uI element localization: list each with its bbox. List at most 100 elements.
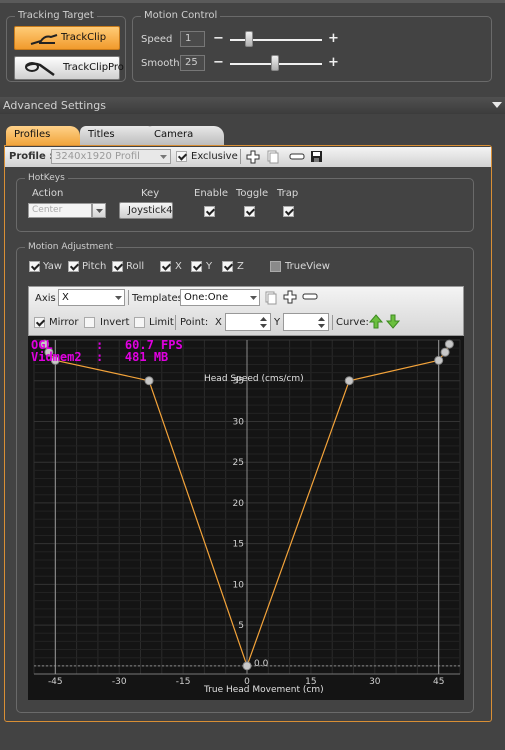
point-x-label: X (215, 317, 222, 328)
smooth-label: Smooth (141, 58, 180, 69)
response-curve-chart[interactable]: -45 -30 -15 0 15 30 455101520253035 OGL : 60.7… (28, 336, 464, 700)
curve-point (444, 339, 454, 349)
advanced-settings-header[interactable]: Advanced Settings (0, 97, 505, 114)
tab-camera-label: Camera (154, 129, 194, 140)
z-label: Z (237, 261, 244, 272)
add-template-icon[interactable] (283, 290, 297, 304)
baseline-value-label: 0.0 (254, 659, 269, 669)
toolbar-divider (128, 290, 129, 305)
toolbar-divider (240, 149, 241, 164)
remove-template-icon[interactable] (302, 293, 318, 301)
y-tick-label: 5 (238, 621, 244, 631)
y-tick-label: 25 (233, 458, 244, 468)
speed-slider-track[interactable] (230, 39, 322, 41)
chevron-down-icon (96, 209, 103, 213)
exclusive-checkbox[interactable] (176, 151, 187, 162)
pitch-label: Pitch (82, 261, 107, 272)
toolbar-divider (175, 315, 176, 330)
profile-label: Profile : (9, 151, 54, 162)
axis-label: Axis (35, 293, 56, 304)
y-tick-label: 10 (233, 580, 245, 590)
smooth-field[interactable]: 25 (180, 55, 205, 71)
tab-profiles[interactable]: Profiles (6, 126, 80, 146)
copy-icon[interactable] (267, 150, 279, 164)
chart-background (28, 336, 464, 700)
point-label: Point: (180, 317, 209, 328)
axis-select[interactable]: X (58, 289, 125, 306)
roll-label: Roll (126, 261, 145, 272)
point-y-spinner[interactable] (283, 313, 329, 331)
action-dropdown-button[interactable] (92, 203, 106, 218)
y-tick-label: 30 (233, 417, 245, 427)
tracking-target-legend: Tracking Target (15, 10, 97, 22)
smooth-minus-button[interactable]: − (213, 56, 224, 69)
yaw-checkbox[interactable] (29, 261, 40, 272)
trackclippro-label: TrackClipPro (63, 62, 124, 73)
speed-field[interactable]: 1 (180, 31, 205, 47)
spinner-arrows-icon (260, 317, 267, 328)
y-tick-label: 15 (233, 540, 244, 550)
chevron-down-icon (250, 296, 257, 300)
trackclip-button[interactable]: TrackClip (14, 26, 120, 50)
toolbar-divider (332, 315, 333, 330)
trueview-checkbox[interactable] (270, 261, 281, 272)
exclusive-label: Exclusive (191, 151, 238, 162)
save-icon[interactable] (310, 150, 323, 163)
toggle-header: Toggle (236, 188, 269, 199)
key-button[interactable]: Joystick4 (119, 202, 173, 219)
point-y-label: Y (274, 317, 281, 328)
top-edge (0, 0, 505, 3)
curve-toolbar: Axis X Templates One:One Mirror Invert L… (28, 286, 464, 336)
speed-plus-button[interactable]: + (328, 32, 339, 45)
axis-select-value: X (62, 292, 69, 303)
speed-label: Speed (141, 34, 173, 45)
key-header: Key (141, 188, 160, 199)
tab-camera[interactable]: Camera (146, 126, 224, 145)
smooth-slider-thumb[interactable] (271, 55, 279, 71)
x-tick-label: 45 (433, 677, 444, 687)
z-checkbox[interactable] (222, 261, 233, 272)
mirror-label: Mirror (49, 317, 79, 328)
curve-down-icon[interactable] (386, 314, 400, 329)
smooth-plus-button[interactable]: + (328, 56, 339, 69)
x-tick-label: -45 (48, 677, 63, 687)
y-checkbox[interactable] (191, 261, 202, 272)
add-icon[interactable] (246, 150, 260, 164)
action-select[interactable]: Center (28, 203, 92, 218)
x-checkbox[interactable] (160, 261, 171, 272)
toggle-checkbox[interactable] (244, 206, 255, 217)
y-axis-label: Head Speed (cms/cm) (204, 374, 304, 384)
hotkeys-legend: HotKeys (25, 172, 68, 184)
enable-checkbox[interactable] (204, 206, 215, 217)
curve-point (434, 355, 444, 365)
curve-point (344, 376, 354, 386)
trap-checkbox[interactable] (283, 206, 294, 217)
key-button-label: Joystick4 (128, 205, 173, 216)
pitch-checkbox[interactable] (68, 261, 79, 272)
remove-icon[interactable] (289, 153, 305, 161)
trackclippro-icon (25, 62, 55, 77)
curve-label: Curve: (336, 317, 369, 328)
invert-checkbox[interactable] (84, 317, 95, 328)
trap-header: Trap (277, 188, 299, 199)
roll-checkbox[interactable] (112, 261, 123, 272)
templates-select-value: One:One (184, 292, 229, 303)
tab-profiles-label: Profiles (14, 129, 51, 140)
x-label: X (175, 261, 182, 272)
speed-slider-thumb[interactable] (245, 31, 253, 47)
copy-template-icon[interactable] (265, 291, 277, 305)
speed-minus-button[interactable]: − (213, 32, 224, 45)
profile-select[interactable]: 3240x1920 Profil (51, 149, 171, 164)
invert-label: Invert (100, 317, 130, 328)
limit-label: Limit (149, 317, 174, 328)
point-x-spinner[interactable] (225, 313, 271, 331)
templates-select[interactable]: One:One (180, 289, 260, 306)
curve-up-icon[interactable] (369, 314, 383, 329)
collapse-arrow-icon[interactable] (492, 102, 502, 108)
mirror-checkbox[interactable] (34, 317, 45, 328)
curve-point (242, 661, 252, 671)
limit-checkbox[interactable] (134, 317, 145, 328)
tab-titles-label: Titles (88, 129, 115, 140)
profile-toolbar: Profile : 3240x1920 Profil Exclusive (5, 147, 491, 167)
trackclippro-button[interactable]: TrackClipPro (14, 56, 124, 80)
